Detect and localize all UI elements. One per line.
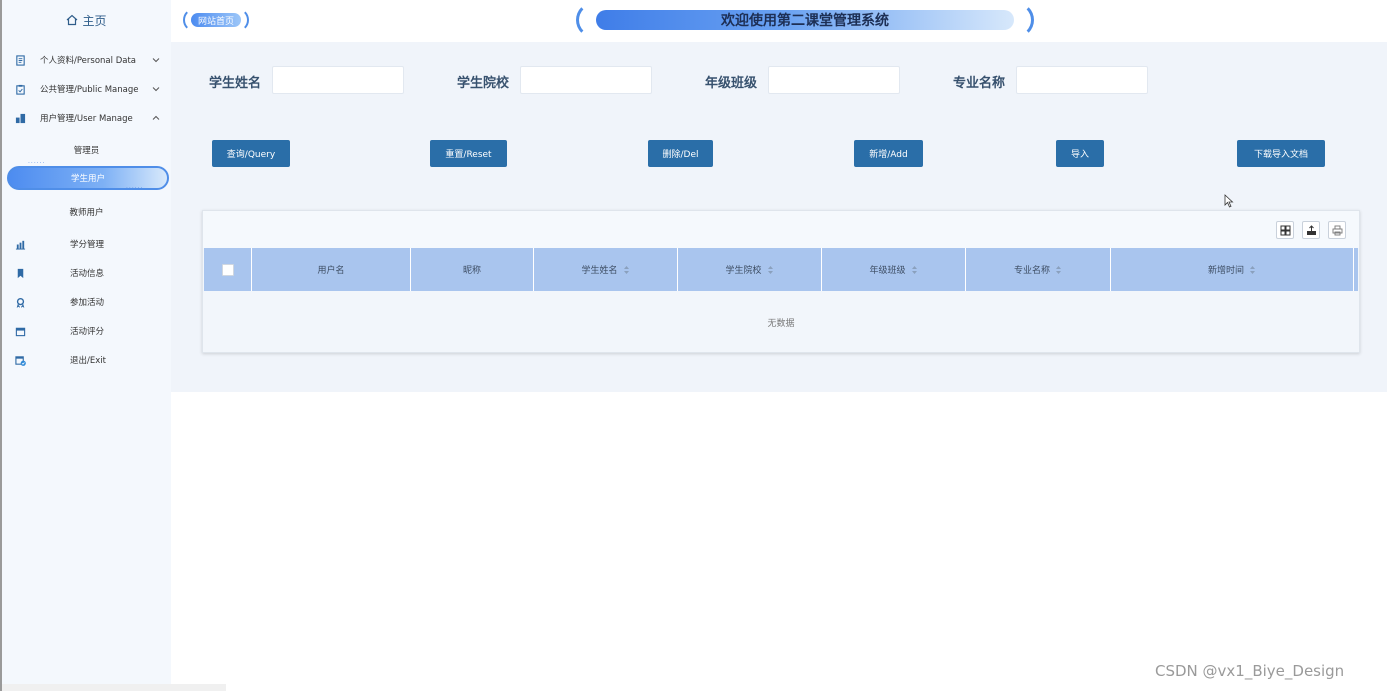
column-header-username[interactable]: 用户名 — [252, 248, 411, 291]
sort-icon — [767, 265, 773, 274]
sidebar-subitem-student-users[interactable]: 学生用户 — [7, 166, 169, 190]
sort-icon — [911, 265, 917, 274]
chevron-down-icon — [152, 58, 160, 63]
column-header-label: 用户名 — [317, 266, 345, 276]
sidebar-item-activity-info[interactable]: 活动信息 — [2, 262, 171, 284]
column-header-label: 学生姓名 — [581, 266, 618, 276]
clipboard-icon — [14, 83, 26, 95]
column-header-student-name[interactable]: 学生姓名 — [534, 248, 678, 291]
column-header-grade-class[interactable]: 年级班级 — [822, 248, 966, 291]
sidebar-subitem-teacher-users[interactable]: 教师用户 — [2, 201, 171, 223]
page-title: 欢迎使用第二课堂管理系统 — [596, 10, 1014, 30]
column-header-created-time[interactable]: 新增时间 — [1111, 248, 1354, 291]
sidebar-item-credits[interactable]: 学分管理 — [2, 233, 171, 255]
sidebar-home[interactable]: 主页 — [2, 0, 171, 40]
sidebar-item-user-manage[interactable]: 用户管理/User Manage — [2, 107, 171, 129]
export-button[interactable] — [1302, 221, 1320, 239]
award-icon — [14, 296, 26, 308]
sidebar-item-label: 退出/Exit — [70, 356, 106, 366]
data-table: 用户名 昵称 学生姓名 学生院校 年级班级 专业名称 新增时间 无数据 — [202, 210, 1360, 353]
import-button[interactable]: 导入 — [1056, 140, 1104, 167]
sidebar-subitem-label: 教师用户 — [69, 208, 104, 218]
columns-icon — [1280, 225, 1290, 235]
table-toolbar — [203, 211, 1359, 248]
watermark: CSDN @vx1_Biye_Design — [1155, 662, 1345, 680]
sidebar-item-public-manage[interactable]: 公共管理/Public Manage — [2, 78, 171, 100]
chevron-down-icon — [152, 87, 160, 92]
sort-icon — [1250, 265, 1255, 274]
calendar-icon — [14, 325, 26, 337]
sidebar-item-exit[interactable]: 退出/Exit — [2, 349, 171, 371]
site-home-link[interactable]: 网站首页 — [183, 8, 251, 32]
select-all-checkbox[interactable] — [221, 263, 234, 276]
download-template-button[interactable]: 下载导入文档 — [1237, 140, 1325, 167]
home-link-label: 网站首页 — [191, 13, 241, 27]
major-name-label: 专业名称 — [953, 76, 1006, 91]
sidebar-subitem-label: 管理员 — [73, 146, 100, 156]
table-header-row: 用户名 昵称 学生姓名 学生院校 年级班级 专业名称 新增时间 — [204, 248, 1358, 291]
sidebar-home-label: 主页 — [82, 13, 107, 28]
bookmark-icon — [14, 267, 26, 279]
calendar-check-icon — [14, 354, 26, 366]
empty-state-text: 无数据 — [767, 318, 795, 329]
sidebar-subitem-label: 学生用户 — [70, 174, 105, 184]
export-icon — [1306, 224, 1316, 235]
app-window: 主页 个人资料/Personal Data 公共管理/Public Manage… — [0, 0, 1387, 691]
chart-icon — [14, 238, 26, 250]
column-header-label: 学生院校 — [725, 266, 762, 276]
grade-class-label: 年级班级 — [705, 76, 758, 91]
chevron-up-icon — [152, 115, 160, 120]
sidebar-item-personal-data[interactable]: 个人资料/Personal Data — [2, 49, 171, 71]
status-bar — [2, 684, 226, 691]
column-header-label: 年级班级 — [869, 266, 906, 276]
select-all-cell — [204, 248, 252, 291]
sidebar: 主页 个人资料/Personal Data 公共管理/Public Manage… — [0, 0, 171, 691]
sidebar-item-label: 参加活动 — [70, 298, 105, 308]
print-button[interactable] — [1328, 221, 1346, 239]
home-icon — [67, 14, 78, 26]
sidebar-item-label: 个人资料/Personal Data — [40, 56, 136, 66]
sidebar-item-label: 学分管理 — [70, 240, 105, 250]
column-header-label: 昵称 — [462, 266, 481, 276]
mouse-cursor-icon — [1224, 194, 1234, 208]
delete-button[interactable]: 删除/Del — [648, 140, 713, 167]
major-name-input[interactable] — [1016, 66, 1148, 94]
building-icon — [14, 112, 26, 124]
sidebar-item-label: 用户管理/User Manage — [40, 114, 133, 124]
sidebar-item-label: 活动信息 — [70, 269, 105, 279]
student-name-input[interactable] — [272, 66, 404, 94]
sort-icon — [623, 265, 629, 274]
sort-icon — [1056, 265, 1061, 274]
column-header-student-school[interactable]: 学生院校 — [678, 248, 822, 291]
sidebar-subitem-admin[interactable]: 管理员 — [2, 139, 171, 161]
sidebar-item-join-activity[interactable]: 参加活动 — [2, 291, 171, 313]
sidebar-item-label: 公共管理/Public Manage — [40, 85, 139, 95]
student-school-label: 学生院校 — [457, 76, 510, 91]
sidebar-item-activity-rating[interactable]: 活动评分 — [2, 320, 171, 342]
document-icon — [14, 54, 26, 66]
decorative-dots: ······ — [126, 185, 144, 192]
main-content: 学生姓名 学生院校 年级班级 专业名称 查询/Query 重置/Reset 删除… — [171, 42, 1387, 392]
sidebar-item-label: 活动评分 — [70, 327, 105, 337]
student-school-input[interactable] — [520, 66, 652, 94]
column-header-label: 专业名称 — [1013, 266, 1050, 276]
add-button[interactable]: 新增/Add — [854, 140, 923, 167]
reset-button[interactable]: 重置/Reset — [430, 140, 507, 167]
column-header-nickname[interactable]: 昵称 — [411, 248, 534, 291]
query-button[interactable]: 查询/Query — [212, 140, 290, 167]
print-icon — [1332, 225, 1342, 235]
title-banner: 欢迎使用第二课堂管理系统 — [576, 2, 1034, 38]
student-name-label: 学生姓名 — [209, 76, 262, 91]
column-header-major-name[interactable]: 专业名称 — [966, 248, 1111, 291]
top-header: 网站首页 欢迎使用第二课堂管理系统 — [171, 0, 1387, 42]
columns-filter-button[interactable] — [1276, 221, 1294, 239]
column-header-label: 新增时间 — [1207, 266, 1244, 276]
grade-class-input[interactable] — [768, 66, 900, 94]
